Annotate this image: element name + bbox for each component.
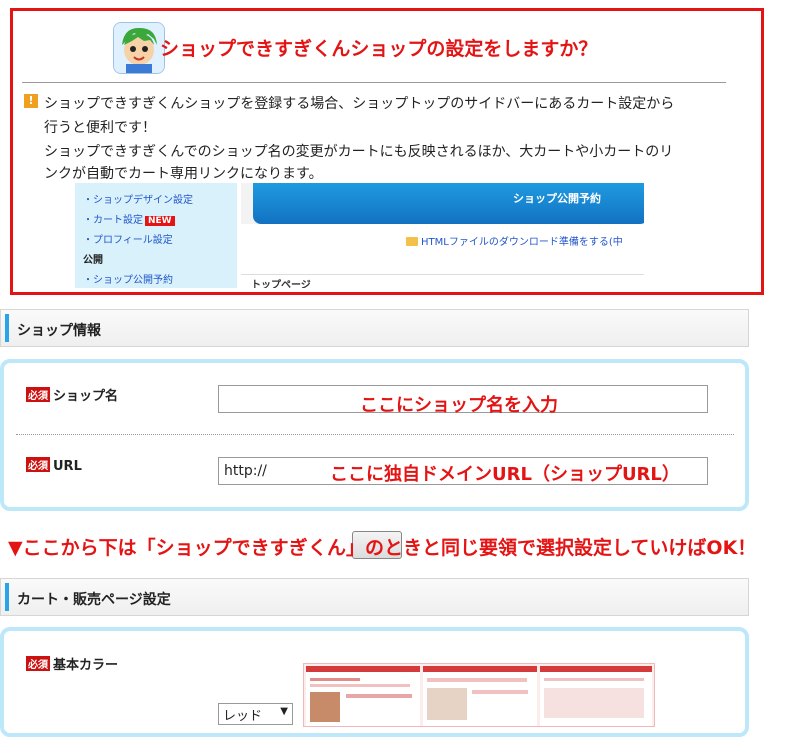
divider bbox=[22, 82, 726, 83]
chevron-down-icon: ▼ bbox=[280, 706, 288, 717]
mini-sidebar-item: ・ショップ公開予約 bbox=[83, 275, 173, 286]
example-screenshot-sidebar: ・ショップデザイン設定 ・カート設定 NEW ・プロフィール設定 公開 ・ショップ… bbox=[75, 183, 237, 288]
required-badge: 必須 bbox=[26, 457, 50, 472]
mini-content-area bbox=[241, 224, 644, 274]
mascot-avatar-icon bbox=[113, 22, 165, 74]
mini-sidebar-item: ・プロフィール設定 bbox=[83, 235, 173, 246]
example-screenshot-main: ショップ公開予約 HTMLファイルのダウンロード準備をする(中 トップページ bbox=[241, 183, 644, 288]
mini-sidebar-section: 公開 bbox=[83, 255, 103, 266]
warning-icon: ! bbox=[24, 94, 38, 108]
instruction-banner: ▼ここから下は「ショップできすぎくん」のときと同じ要領で選択設定していけばOK！ bbox=[8, 537, 757, 559]
shop-name-label: 必須 ショップ名 bbox=[26, 387, 119, 404]
mini-sidebar-item: ・ショップデザイン設定 bbox=[83, 195, 193, 206]
color-preview-image bbox=[303, 663, 655, 727]
required-badge: 必須 bbox=[26, 656, 50, 671]
base-color-select[interactable]: レッド ▼ bbox=[218, 703, 293, 725]
divider bbox=[16, 434, 734, 435]
shop-name-hint: ここにショップ名を入力 bbox=[360, 395, 558, 416]
url-hint: ここに独自ドメインURL（ショップURL） bbox=[330, 464, 680, 485]
mini-top-page-heading: トップページ bbox=[251, 280, 311, 288]
base-color-label: 必須 基本カラー bbox=[26, 656, 119, 673]
section-header-cart-settings: カート・販売ページ設定 bbox=[0, 578, 749, 616]
section-title: カート・販売ページ設定 bbox=[17, 592, 171, 608]
notice-text-line: ンクが自動でカート専用リンクになります。 bbox=[44, 166, 323, 182]
section-accent-bar bbox=[5, 583, 9, 611]
notice-text-line: ショップできすぎくんでのショップ名の変更がカートにも反映されるほか、大カートや小… bbox=[44, 144, 674, 160]
notice-text-line: ショップできすぎくんショップを登録する場合、ショップトップのサイドバーにあるカー… bbox=[44, 96, 675, 112]
shop-info-panel bbox=[0, 359, 749, 511]
url-label: 必須 URL bbox=[26, 457, 82, 474]
mini-download-link: HTMLファイルのダウンロード準備をする(中 bbox=[406, 233, 623, 248]
folder-icon bbox=[406, 237, 418, 246]
section-header-shop-info: ショップ情報 bbox=[0, 309, 749, 347]
mini-publish-bar: ショップ公開予約 bbox=[253, 183, 644, 224]
new-badge: NEW bbox=[145, 216, 175, 226]
base-color-value: レッド bbox=[223, 709, 263, 724]
section-accent-bar bbox=[5, 314, 9, 342]
required-badge: 必須 bbox=[26, 387, 50, 402]
section-title: ショップ情報 bbox=[17, 323, 101, 339]
mini-sidebar-item-cart: ・カート設定 NEW bbox=[83, 211, 175, 226]
notice-text-line: 行うと便利です！ bbox=[44, 120, 156, 136]
notice-title: ショップできすぎくんショップの設定をしますか？ bbox=[160, 38, 598, 60]
mini-publish-bar-label: ショップ公開予約 bbox=[513, 192, 601, 205]
